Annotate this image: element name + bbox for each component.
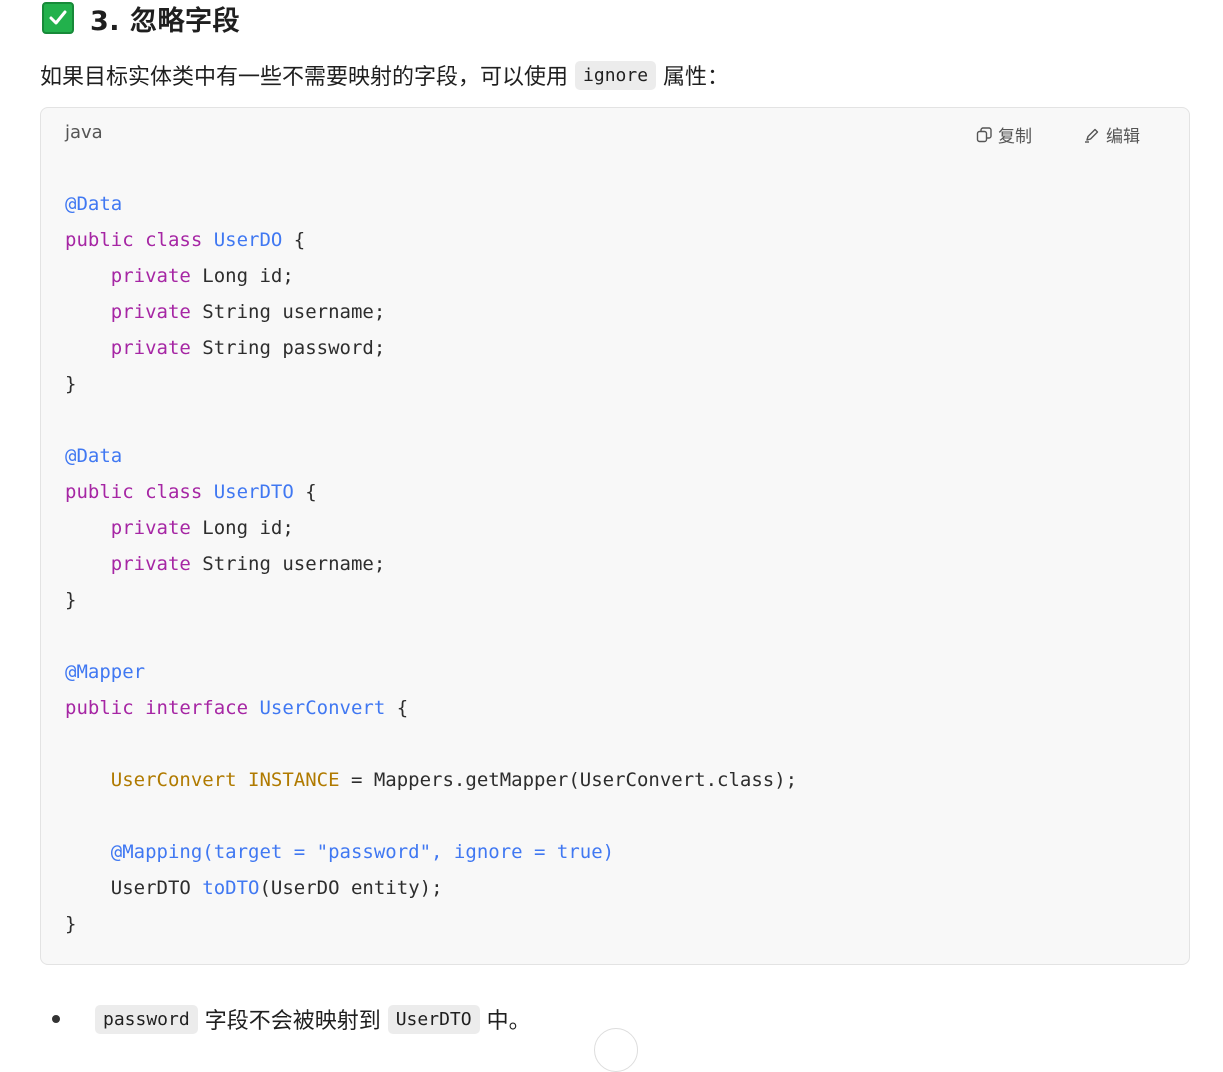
code-token: UserDTO bbox=[65, 877, 203, 899]
code-token: public class bbox=[65, 481, 214, 503]
intro-text: 如果目标实体类中有一些不需要映射的字段，可以使用 bbox=[40, 65, 569, 90]
code-token: UserDTO bbox=[213, 481, 294, 503]
code-token: private bbox=[110, 337, 191, 359]
copy-label: 复制 bbox=[998, 127, 1032, 147]
code-line: private String password; bbox=[65, 330, 797, 366]
code-line: @Data bbox=[65, 438, 797, 474]
code-content: @Data public class UserDO { private Long … bbox=[65, 186, 797, 942]
bullet-text-end: 中。 bbox=[486, 1009, 531, 1034]
intro-paragraph: 如果目标实体类中有一些不需要映射的字段，可以使用 ignore 属性： bbox=[40, 58, 729, 92]
code-line: public class UserDO { bbox=[65, 222, 797, 258]
code-token: @Mapper bbox=[65, 661, 146, 683]
code-token: String username; bbox=[190, 553, 386, 575]
code-line: UserConvert INSTANCE = Mappers.getMapper… bbox=[65, 762, 797, 798]
code-block: java 复制 编辑 @Data public class UserDO { pr… bbox=[40, 107, 1190, 965]
code-token: UserDO bbox=[213, 229, 283, 251]
code-token: @Data bbox=[65, 193, 123, 215]
code-token: { bbox=[293, 481, 317, 503]
copy-icon bbox=[976, 126, 992, 142]
code-token: } bbox=[65, 373, 77, 395]
inline-code-password: password bbox=[95, 1004, 198, 1034]
code-line: } bbox=[65, 366, 797, 402]
code-line: private String username; bbox=[65, 546, 797, 582]
section-heading: 3. 忽略字段 bbox=[42, 0, 240, 37]
code-line: public interface UserConvert { bbox=[65, 690, 797, 726]
inline-code-ignore: ignore bbox=[575, 60, 657, 90]
code-token: private bbox=[110, 301, 191, 323]
code-line: @Mapper bbox=[65, 654, 797, 690]
code-token: { bbox=[385, 697, 409, 719]
code-token: Long id; bbox=[190, 517, 294, 539]
intro-text-end: 属性： bbox=[663, 65, 730, 90]
code-token: toDTO bbox=[202, 877, 260, 899]
bullet-text: 字段不会被映射到 bbox=[204, 1009, 381, 1034]
code-line: private Long id; bbox=[65, 510, 797, 546]
code-line: @Mapping(target = "password", ignore = t… bbox=[65, 834, 797, 870]
code-token: @Data bbox=[65, 445, 123, 467]
code-token: } bbox=[65, 589, 77, 611]
code-language-label: java bbox=[65, 122, 103, 143]
code-token: private bbox=[110, 553, 191, 575]
code-token: = Mappers.getMapper(UserConvert.class); bbox=[339, 769, 798, 791]
code-token: } bbox=[65, 913, 77, 935]
code-token: UserConvert bbox=[259, 697, 386, 719]
code-token: String username; bbox=[190, 301, 386, 323]
copy-button[interactable]: 复制 bbox=[976, 122, 1032, 147]
code-line: public class UserDTO { bbox=[65, 474, 797, 510]
code-token: { bbox=[282, 229, 306, 251]
section-title: 3. 忽略字段 bbox=[90, 5, 240, 37]
code-line: private String username; bbox=[65, 294, 797, 330]
code-token: UserConvert INSTANCE bbox=[110, 769, 340, 791]
edit-button[interactable]: 编辑 bbox=[1084, 122, 1140, 147]
code-line: UserDTO toDTO(UserDO entity); bbox=[65, 870, 797, 906]
code-line: private Long id; bbox=[65, 258, 797, 294]
code-token: Long id; bbox=[190, 265, 294, 287]
code-line: } bbox=[65, 906, 797, 942]
code-token: private bbox=[110, 265, 191, 287]
list-item: password 字段不会被映射到 UserDTO 中。 bbox=[52, 1000, 531, 1038]
bullet-dot bbox=[52, 1015, 60, 1023]
scroll-down-button[interactable] bbox=[594, 1028, 638, 1072]
code-token: private bbox=[110, 517, 191, 539]
check-mark-icon bbox=[42, 2, 74, 34]
code-token: public class bbox=[65, 229, 214, 251]
code-token: String password; bbox=[190, 337, 386, 359]
edit-label: 编辑 bbox=[1106, 127, 1140, 147]
code-line: } bbox=[65, 582, 797, 618]
edit-pencil-icon bbox=[1085, 128, 1099, 143]
inline-code-userdto: UserDTO bbox=[387, 1004, 480, 1034]
code-token: @Mapping(target = "password", ignore = t… bbox=[110, 841, 615, 863]
code-token: public interface bbox=[65, 697, 260, 719]
code-token: (UserDO entity); bbox=[259, 877, 443, 899]
code-line: @Data bbox=[65, 186, 797, 222]
